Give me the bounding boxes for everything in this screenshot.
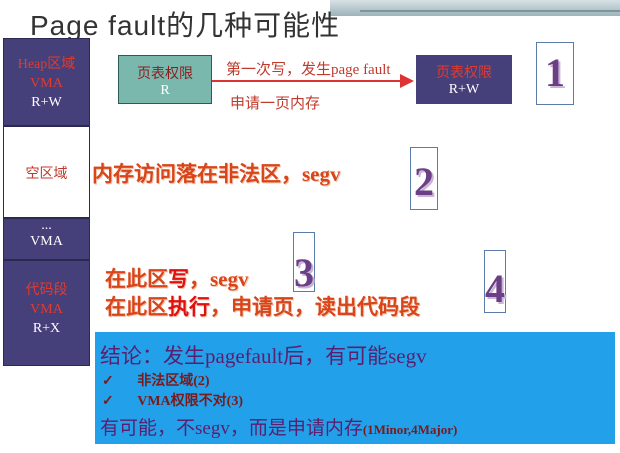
case4-prefix: 在此区 xyxy=(105,295,168,319)
code-vma-label: VMA xyxy=(30,302,63,317)
mid-vma-label: VMA xyxy=(30,234,63,249)
title-decoration-line xyxy=(360,10,620,12)
case-number-box-4: 4 xyxy=(484,250,506,313)
case3-suffix: ，segv xyxy=(189,267,249,291)
check-icon: ✓ xyxy=(102,374,114,389)
mid-vma-block: ... VMA xyxy=(3,218,90,260)
case3-text: 在此区写，segv xyxy=(105,263,249,293)
case-number-2: 2 xyxy=(414,159,434,204)
summary-conclusion: 结论：发生pagefault后，有可能segv xyxy=(100,344,427,368)
page-table-before-label: 页表权限 xyxy=(137,67,193,82)
case2-text: 内存访问落在非法区，segv xyxy=(92,162,341,186)
code-perm-label: R+X xyxy=(32,321,61,336)
page-table-box-before: 页表权限 R xyxy=(118,55,212,104)
case-number-box-3: 3 xyxy=(293,232,315,295)
summary-line-4-main: 有可能，不segv，而是申请内存 xyxy=(100,418,363,439)
case4-highlight: 执行 xyxy=(168,295,210,319)
code-segment-label: 代码段 xyxy=(25,283,68,298)
summary-line-4-note: (1Minor,4Major) xyxy=(362,422,458,437)
title-decoration-bar xyxy=(330,0,620,16)
arrow-caption-top: 第一次写，发生page fault xyxy=(226,62,391,78)
page-table-box-after: 页表权限 R+W xyxy=(416,55,512,104)
case-number-1: 1 xyxy=(545,50,565,95)
case4-text: 在此区执行，申请页，读出代码段 xyxy=(105,291,420,321)
empty-region-block: 空区域 xyxy=(3,126,90,218)
heap-label: Heap区域 xyxy=(17,57,76,72)
arrow-caption-bottom: 申请一页内存 xyxy=(230,96,321,112)
case3-prefix: 在此区 xyxy=(105,267,168,291)
page-table-after-perm: R+W xyxy=(448,82,480,97)
heap-vma-block: Heap区域 VMA R+W xyxy=(3,38,90,126)
case-number-box-2: 2 xyxy=(410,147,438,210)
summary-bullet-1: ✓ 非法区域(2) xyxy=(102,370,210,390)
summary-line-4: 有可能，不segv，而是申请内存(1Minor,4Major) xyxy=(100,413,457,440)
summary-bullet-2-text: VMA权限不对(3) xyxy=(137,394,243,409)
transition-arrow-head xyxy=(400,74,414,88)
empty-region-label: 空区域 xyxy=(25,167,68,182)
heap-perm-label: R+W xyxy=(31,95,62,110)
case4-suffix: ，申请页，读出代码段 xyxy=(210,295,420,319)
case-number-3: 3 xyxy=(294,250,314,295)
summary-bullet-2: ✓ VMA权限不对(3) xyxy=(102,390,243,410)
check-icon: ✓ xyxy=(102,394,114,409)
page-table-before-perm: R xyxy=(160,83,170,98)
transition-arrow-line xyxy=(212,80,402,82)
case-number-4: 4 xyxy=(485,266,505,311)
heap-vma-label: VMA xyxy=(30,76,63,91)
case-number-box-1: 1 xyxy=(536,42,574,105)
summary-bullet-1-text: 非法区域(2) xyxy=(137,374,210,389)
ellipsis-label: ... xyxy=(41,218,52,233)
code-vma-block: 代码段 VMA R+X xyxy=(3,260,90,366)
page-table-after-label: 页表权限 xyxy=(436,66,492,81)
case3-highlight: 写 xyxy=(168,267,189,291)
